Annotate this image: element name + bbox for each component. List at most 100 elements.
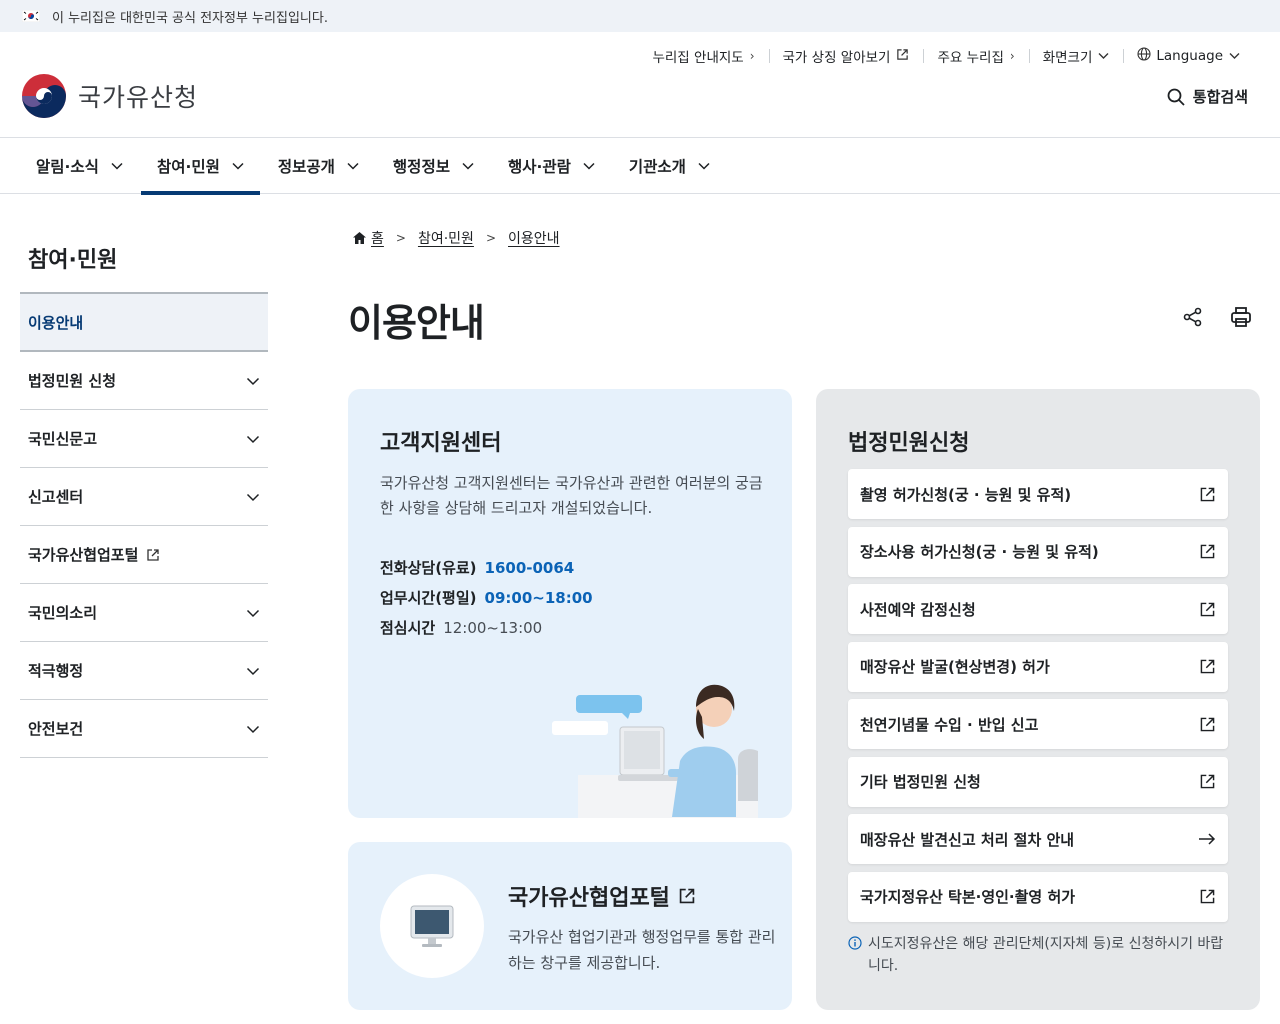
chevron-down-icon xyxy=(246,493,260,501)
support-description: 국가유산청 고객지원센터는 국가유산과 관련한 여러분의 궁금한 사항을 상담해… xyxy=(380,474,763,517)
civil-title: 법정민원신청 xyxy=(848,431,970,456)
chevron-right-icon: > xyxy=(395,231,406,245)
portal-description: 국가유산 협업기관과 행정업무를 통합 관리하는 창구를 제공합니다. xyxy=(508,928,776,972)
civil-item-appraisal[interactable]: 사전예약 감정신청 xyxy=(848,584,1228,634)
phone-number[interactable]: 1600-0064 xyxy=(485,553,575,583)
external-link-icon xyxy=(679,888,695,904)
side-item-civil-application[interactable]: 법정민원 신청 xyxy=(20,352,268,410)
civil-item-other[interactable]: 기타 법정민원 신청 xyxy=(848,756,1228,807)
customer-support-card: 고객지원센터 국가유산청 고객지원센터는 국가유산과 관련한 여러분의 궁금한 … xyxy=(348,389,792,818)
search-button[interactable]: 통합검색 xyxy=(1167,86,1248,107)
gnb-menu-events[interactable]: 행사·관람 xyxy=(492,138,611,194)
chevron-down-icon xyxy=(246,609,260,617)
gnb-menu-admin[interactable]: 행정정보 xyxy=(377,138,490,194)
civil-petition-list: 촬영 허가신청(궁 · 능원 및 유적) 장소사용 허가신청(궁 · 능원 및 … xyxy=(848,469,1228,929)
chevron-down-icon xyxy=(111,162,123,170)
lunch-label: 점심시간 xyxy=(380,619,436,637)
chevron-down-icon xyxy=(246,435,260,443)
external-link-icon xyxy=(1200,717,1215,731)
side-item-guide[interactable]: 이용안내 xyxy=(20,294,268,352)
home-icon xyxy=(353,232,366,244)
breadcrumb: 홈 > 참여·민원 > 이용안내 xyxy=(352,228,560,248)
civil-item-import-report[interactable]: 천연기념물 수입 · 반입 신고 xyxy=(848,699,1228,749)
chevron-down-icon xyxy=(1098,49,1109,63)
gov-banner: 이 누리집은 대한민국 공식 전자정부 누리집입니다. xyxy=(0,0,1280,32)
external-link-icon xyxy=(896,48,909,64)
support-agent-illustration xyxy=(552,684,758,818)
side-item-collab-portal[interactable]: 국가유산협업포털 xyxy=(20,526,268,584)
collab-portal-card[interactable]: 국가유산협업포털 국가유산 협업기관과 행정업무를 통합 관리하는 창구를 제공… xyxy=(348,842,792,1010)
external-link-icon xyxy=(147,548,160,561)
side-item-epeople[interactable]: 국민신문고 xyxy=(20,410,268,468)
civil-item-discovery-procedure[interactable]: 매장유산 발견신고 처리 절차 안내 xyxy=(848,814,1228,864)
gov-banner-text: 이 누리집은 대한민국 공식 전자정부 누리집입니다. xyxy=(52,10,328,26)
chevron-down-icon xyxy=(462,162,474,170)
hours-label: 업무시간(평일) xyxy=(380,589,477,607)
lunch-value: 12:00~13:00 xyxy=(443,619,543,637)
arrow-right-icon xyxy=(1199,833,1216,845)
chevron-down-icon xyxy=(698,162,710,170)
side-nav: 참여·민원 이용안내 법정민원 신청 국민신문고 신고센터 국가유산협업포털 국… xyxy=(20,242,268,758)
info-icon xyxy=(848,936,862,950)
search-icon xyxy=(1167,88,1185,106)
support-info: 전화상담(유료) 1600-0064 업무시간(평일) 09:00~18:00 점심… xyxy=(380,553,593,643)
print-button[interactable] xyxy=(1230,306,1252,332)
chevron-right-icon: > xyxy=(485,231,496,245)
hours-value: 09:00~18:00 xyxy=(484,589,593,607)
breadcrumb-participation[interactable]: 참여·민원 xyxy=(418,228,474,248)
share-icon xyxy=(1183,307,1202,327)
breadcrumb-current[interactable]: 이용안내 xyxy=(508,228,560,248)
logo-text: 국가유산청 xyxy=(78,83,199,112)
share-button[interactable] xyxy=(1182,306,1204,332)
external-link-icon xyxy=(1200,889,1215,904)
logo[interactable]: 국가유산청 xyxy=(20,72,198,120)
breadcrumb-home[interactable]: 홈 xyxy=(371,228,384,248)
civil-item-rubbing-permit[interactable]: 국가지정유산 탁본·영인·촬영 허가 xyxy=(848,871,1228,922)
chevron-down-icon xyxy=(246,377,260,385)
chevron-right-icon: › xyxy=(1009,49,1015,63)
util-screen-size[interactable]: 화면크기 xyxy=(1028,46,1124,66)
monitor-icon xyxy=(410,905,454,947)
external-link-icon xyxy=(1200,774,1215,789)
gnb-menu-participation[interactable]: 참여·민원 xyxy=(140,138,260,195)
support-title: 고객지원센터 xyxy=(380,431,502,456)
side-item-report-center[interactable]: 신고센터 xyxy=(20,468,268,526)
gnb-menu-news[interactable]: 알림·소식 xyxy=(20,138,139,194)
chevron-down-icon xyxy=(246,725,260,733)
util-national-symbols[interactable]: 국가 상징 알아보기 xyxy=(768,46,924,66)
util-main-sites[interactable]: 주요 누리집 › xyxy=(923,46,1028,66)
header: 국가유산청 누리집 안내지도 › 국가 상징 알아보기 주요 누리집 › 화면크기 … xyxy=(0,32,1280,138)
side-nav-title: 참여·민원 xyxy=(20,242,268,294)
side-item-voice[interactable]: 국민의소리 xyxy=(20,584,268,642)
external-link-icon xyxy=(1200,487,1215,501)
portal-icon-circle xyxy=(380,874,484,978)
gnb-menu-disclosure[interactable]: 정보공개 xyxy=(262,138,375,194)
page-title: 이용안내 xyxy=(348,301,485,345)
civil-petition-card: 법정민원신청 촬영 허가신청(궁 · 능원 및 유적) 장소사용 허가신청(궁 … xyxy=(816,389,1260,1010)
side-item-safety[interactable]: 안전보건 xyxy=(20,700,268,758)
chevron-down-icon xyxy=(583,162,595,170)
gnb-menu-about[interactable]: 기관소개 xyxy=(613,138,726,194)
utility-nav: 누리집 안내지도 › 국가 상징 알아보기 주요 누리집 › 화면크기 Langua… xyxy=(638,46,1254,66)
civil-item-venue-permit[interactable]: 장소사용 허가신청(궁 · 능원 및 유적) xyxy=(848,526,1228,577)
external-link-icon xyxy=(1200,544,1215,559)
util-site-map[interactable]: 누리집 안내지도 › xyxy=(638,46,768,66)
globe-icon xyxy=(1137,47,1151,65)
external-link-icon xyxy=(1200,602,1215,616)
main-nav: 알림·소식 참여·민원 정보공개 행정정보 행사·관람 기관소개 xyxy=(0,138,1280,195)
chevron-down-icon xyxy=(347,162,359,170)
util-language[interactable]: Language xyxy=(1123,46,1254,66)
phone-label: 전화상담(유료) xyxy=(380,559,477,577)
logo-emblem-icon xyxy=(22,74,66,118)
portal-title: 국가유산협업포털 xyxy=(508,880,696,912)
civil-note: 시도지정유산은 해당 관리단체(지자체 등)로 신청하시기 바랍니다. xyxy=(848,933,1228,977)
chevron-down-icon xyxy=(232,162,244,170)
side-item-active-admin[interactable]: 적극행정 xyxy=(20,642,268,700)
civil-item-filming-permit[interactable]: 촬영 허가신청(궁 · 능원 및 유적) xyxy=(848,469,1228,519)
civil-item-excavation-permit[interactable]: 매장유산 발굴(현상변경) 허가 xyxy=(848,641,1228,692)
chevron-down-icon xyxy=(246,667,260,675)
korea-flag-icon xyxy=(21,9,41,23)
chevron-down-icon xyxy=(1229,49,1240,63)
print-icon xyxy=(1231,307,1251,327)
page-tools xyxy=(1182,306,1252,332)
